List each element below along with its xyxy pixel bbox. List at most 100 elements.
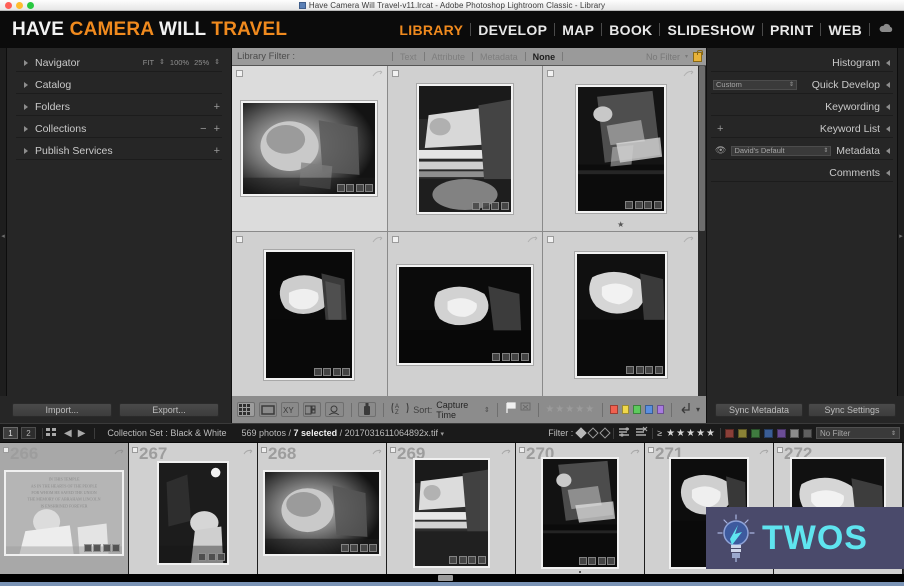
crop-icon[interactable]	[93, 543, 101, 552]
crop-icon[interactable]	[346, 184, 355, 192]
crop-icon[interactable]	[458, 555, 467, 564]
sort-dropdown-icon[interactable]: ⇕	[484, 406, 490, 414]
horizontal-scrollbar[interactable]	[0, 574, 904, 582]
source-label[interactable]: Collection Set : Black & White	[107, 428, 226, 438]
pick-flag-checkbox[interactable]	[236, 236, 243, 243]
metadata-icon[interactable]	[332, 367, 341, 376]
keyword-tag-icon[interactable]	[83, 543, 92, 552]
grid-cell[interactable]	[232, 232, 387, 397]
color-label-purple[interactable]	[656, 405, 665, 414]
develop-adjust-icon[interactable]	[112, 543, 120, 552]
keyword-tag-icon[interactable]	[449, 555, 457, 564]
module-map[interactable]: MAP	[555, 22, 601, 38]
grid-view-icon[interactable]	[237, 402, 256, 417]
thumbnail[interactable]	[395, 263, 534, 366]
sidebar-item-publish-services[interactable]: Publish Services +	[16, 142, 222, 160]
filter-color-yellow[interactable]	[738, 428, 747, 438]
crop-icon[interactable]	[323, 367, 332, 376]
develop-adjust-icon[interactable]	[607, 556, 615, 565]
color-label-red[interactable]	[609, 405, 618, 414]
filmstrip-cell[interactable]: 270	[516, 443, 645, 574]
spray-can-icon[interactable]	[358, 402, 377, 417]
cloud-sync-icon[interactable]	[878, 23, 894, 37]
filmstrip-rating-stars[interactable]: ★★★★★	[666, 428, 716, 439]
navigator-zoom-25[interactable]: 25%	[194, 58, 209, 67]
navigator-fit-label[interactable]: FIT	[143, 58, 154, 67]
crop-icon[interactable]	[588, 556, 596, 565]
grid-cell[interactable]	[543, 232, 698, 397]
left-panel-collapse-handle[interactable]: ◂	[0, 48, 7, 423]
rotate-icon[interactable]	[683, 236, 694, 244]
crop-icon[interactable]	[481, 201, 490, 210]
pick-flag-checkbox[interactable]	[547, 236, 555, 243]
virtual-copy-icon[interactable]	[635, 426, 648, 440]
develop-adjust-icon[interactable]	[653, 200, 662, 209]
master-photo-icon[interactable]	[618, 426, 631, 440]
rotate-icon[interactable]	[759, 448, 769, 455]
chevron-down-icon[interactable]: ▾	[696, 405, 700, 414]
develop-adjust-icon[interactable]	[520, 352, 529, 361]
flag-rejected-icon[interactable]	[599, 427, 611, 439]
rotate-left-icon[interactable]	[679, 402, 692, 417]
add-keyword-icon[interactable]: +	[717, 123, 723, 134]
filter-tab-metadata[interactable]: Metadata	[473, 52, 525, 62]
metadata-icon[interactable]	[597, 556, 606, 565]
panel-item-histogram[interactable]: Histogram	[711, 54, 893, 72]
grid-cell[interactable]: ★	[543, 66, 698, 231]
sidebar-item-navigator[interactable]: Navigator FIT ⇕ 100% 25% ⇕	[16, 54, 222, 72]
develop-adjust-icon[interactable]	[654, 365, 663, 374]
develop-adjust-icon[interactable]	[369, 543, 377, 552]
export-button[interactable]: Export...	[119, 402, 219, 417]
crop-icon[interactable]	[501, 352, 510, 361]
metadata-icon[interactable]	[468, 555, 476, 564]
thumbnail[interactable]	[240, 100, 379, 197]
keyword-tag-icon[interactable]	[336, 184, 345, 192]
grid-cell[interactable]	[232, 66, 387, 231]
filter-color-purple[interactable]	[777, 428, 786, 438]
reject-flag-icon[interactable]	[520, 402, 531, 417]
rotate-icon[interactable]	[683, 70, 694, 78]
panel-item-quick-develop[interactable]: Custom ⇕ Quick Develop	[711, 76, 893, 94]
filmstrip-filter-preset-select[interactable]: No Filter ⇕	[816, 427, 900, 439]
rotate-icon[interactable]	[372, 448, 382, 455]
filter-tab-attribute[interactable]: Attribute	[425, 52, 473, 62]
keyword-tag-icon[interactable]	[472, 201, 481, 210]
flag-icon[interactable]	[505, 402, 516, 417]
metadata-icon[interactable]	[644, 200, 653, 209]
thumbnail[interactable]	[415, 82, 514, 215]
rating-operator[interactable]: ≥	[657, 428, 662, 438]
filmstrip-cell[interactable]: 267	[129, 443, 258, 574]
filter-color-custom[interactable]	[803, 428, 812, 438]
add-collection-icon[interactable]: +	[214, 123, 220, 134]
filter-color-blue[interactable]	[764, 428, 773, 438]
horizontal-scrollbar-thumb[interactable]	[438, 575, 453, 581]
panel-item-keyword-list[interactable]: + Keyword List	[711, 120, 893, 138]
filmstrip-thumbnail[interactable]: IN THIS TEMPLE AS IN THE HEARTS OF THE P…	[4, 469, 124, 556]
rotate-icon[interactable]	[243, 448, 253, 455]
import-button[interactable]: Import...	[12, 402, 112, 417]
keyword-tag-icon[interactable]	[313, 367, 322, 376]
identity-plate[interactable]: HAVE CAMERA WILL TRAVEL	[12, 19, 287, 41]
metadata-icon[interactable]	[511, 352, 520, 361]
panel-item-keywording[interactable]: Keywording	[711, 98, 893, 116]
filter-color-green[interactable]	[751, 428, 760, 438]
filmstrip-cell[interactable]: 266 IN THIS TEMPLE AS IN THE HEARTS OF T…	[0, 443, 129, 574]
quick-develop-preset-select[interactable]: Custom ⇕	[713, 79, 797, 90]
sidebar-item-catalog[interactable]: Catalog	[16, 76, 222, 94]
panel-item-metadata[interactable]: 👁 David's Default ⇕ Metadata	[711, 142, 893, 160]
chevron-down-icon[interactable]: ▾	[685, 53, 688, 60]
pick-flag-checkbox[interactable]	[547, 70, 555, 77]
crop-icon[interactable]	[350, 543, 358, 552]
filmstrip-cell[interactable]: 269	[387, 443, 516, 574]
filter-color-red[interactable]	[725, 428, 734, 438]
filter-color-none[interactable]	[790, 428, 799, 438]
grid-cell[interactable]	[387, 232, 543, 397]
grid-scrollbar-thumb[interactable]	[699, 66, 705, 231]
navigator-zoom-100[interactable]: 100%	[170, 58, 189, 67]
module-slideshow[interactable]: SLIDESHOW	[660, 22, 761, 38]
rotate-icon[interactable]	[372, 70, 383, 78]
sort-az-icon[interactable]: AZ	[391, 402, 409, 418]
color-label-blue[interactable]	[644, 405, 653, 414]
metadata-icon[interactable]	[207, 552, 216, 561]
module-develop[interactable]: DEVELOP	[471, 22, 554, 38]
